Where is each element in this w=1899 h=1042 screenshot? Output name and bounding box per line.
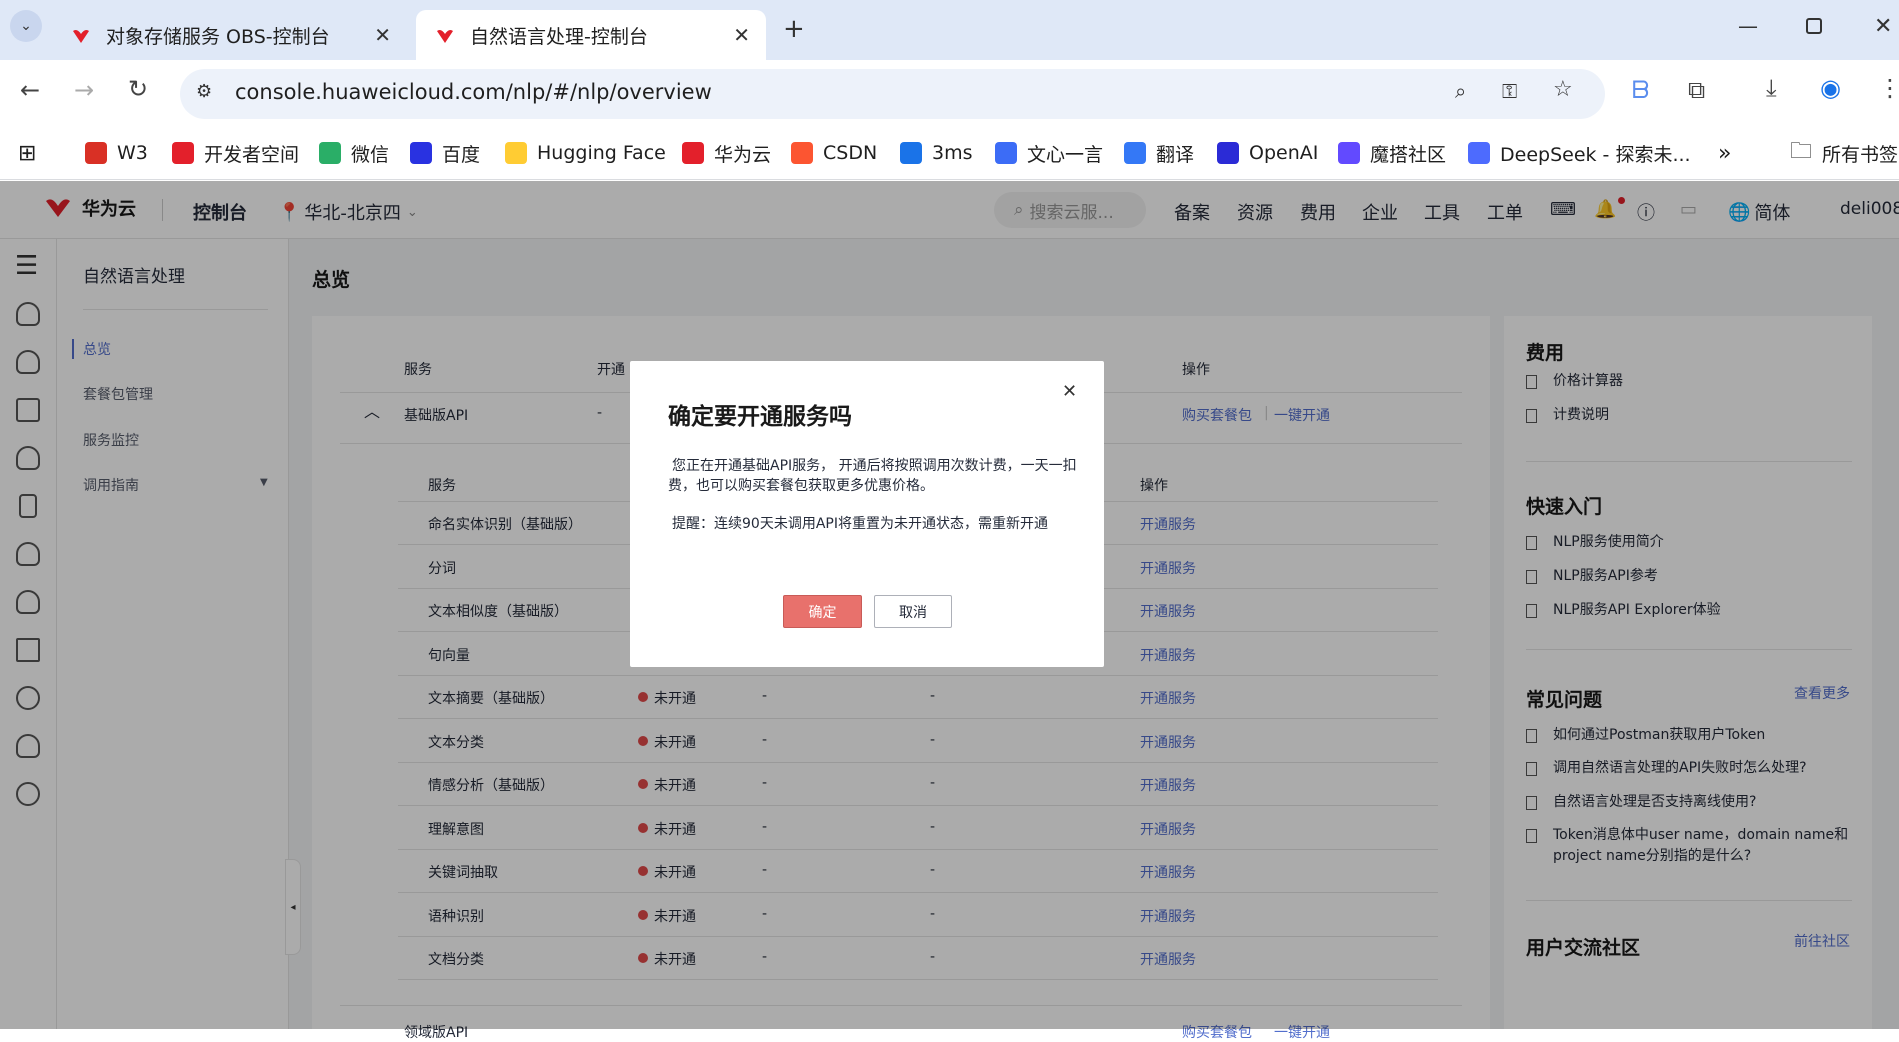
- bookmark-item[interactable]: 开发者空间: [172, 138, 299, 168]
- more-bookmarks-icon[interactable]: »: [1718, 138, 1731, 168]
- folder-icon: 🗀: [1790, 139, 1813, 164]
- close-icon[interactable]: ✕: [1062, 381, 1077, 402]
- download-icon[interactable]: ⤓: [1766, 74, 1777, 102]
- csdn-icon: [791, 142, 813, 164]
- url-text: console.huaweicloud.com/nlp/#/nlp/overvi…: [235, 80, 712, 104]
- huawei-icon: [434, 24, 456, 46]
- deepseek-icon: [1468, 142, 1490, 164]
- tab-title: 对象存储服务 OBS-控制台: [106, 25, 330, 48]
- url-field[interactable]: ⚙ console.huaweicloud.com/nlp/#/nlp/over…: [180, 69, 1605, 119]
- dialog-reminder: 提醒：连续90天未调用API将重置为未开通状态，需重新开通: [672, 516, 1048, 532]
- huawei-icon: [682, 142, 704, 164]
- restore-button[interactable]: [1806, 18, 1822, 34]
- huawei-icon: [172, 142, 194, 164]
- dialog-title: 确定要开通服务吗: [668, 404, 852, 430]
- apps-icon[interactable]: ⊞: [18, 138, 36, 168]
- translate-icon: [1124, 142, 1146, 164]
- bookmark-item[interactable]: 文心一言: [995, 138, 1103, 168]
- star-icon[interactable]: ☆: [1553, 77, 1573, 102]
- key-icon[interactable]: ⚿: [1502, 79, 1517, 103]
- huawei-icon: [70, 24, 92, 46]
- tab-title: 自然语言处理-控制台: [470, 25, 648, 48]
- bookmark-item[interactable]: 魔搭社区: [1338, 138, 1446, 168]
- forward-arrow-icon[interactable]: →: [74, 76, 94, 104]
- bookmark-item[interactable]: Hugging Face: [505, 138, 666, 168]
- bookmark-item[interactable]: OpenAI: [1217, 138, 1318, 168]
- dialog-body: 您正在开通基础API服务， 开通后将按照调用次数计费，一天一扣费，也可以购买套餐…: [668, 458, 1077, 494]
- modelscope-icon: [1338, 142, 1360, 164]
- extensions-icon[interactable]: ⧉: [1688, 76, 1705, 104]
- menu-icon[interactable]: ⋮: [1878, 74, 1899, 102]
- confirm-dialog: 确定要开通服务吗 ✕ 您正在开通基础API服务， 开通后将按照调用次数计费，一天…: [630, 361, 1104, 667]
- bookmark-item[interactable]: 3ms: [900, 138, 973, 168]
- close-icon[interactable]: ✕: [374, 23, 391, 47]
- tab-obs[interactable]: 对象存储服务 OBS-控制台 ✕: [52, 10, 407, 60]
- bookmark-item[interactable]: 微信: [319, 138, 389, 168]
- bookmark-item[interactable]: 翻译: [1124, 138, 1194, 168]
- profile-icon[interactable]: ◉: [1820, 74, 1841, 102]
- zoom-icon[interactable]: ⌕: [1455, 79, 1466, 103]
- bookmark-item[interactable]: 百度: [410, 138, 480, 168]
- close-window-button[interactable]: ✕: [1874, 14, 1892, 39]
- tab-nlp[interactable]: 自然语言处理-控制台 ✕: [416, 10, 766, 60]
- address-bar-row: ← → ↻ ⚙ console.huaweicloud.com/nlp/#/nl…: [0, 60, 1899, 128]
- wenxin-icon: [995, 142, 1017, 164]
- bing-icon[interactable]: ᗷ: [1632, 76, 1649, 104]
- w3-icon: [85, 142, 107, 164]
- new-tab-button[interactable]: +: [783, 14, 805, 44]
- 3ms-icon: [900, 142, 922, 164]
- cancel-button[interactable]: 取消: [874, 595, 952, 628]
- site-settings-icon[interactable]: ⚙: [196, 81, 212, 102]
- bookmark-item[interactable]: W3: [85, 138, 148, 168]
- browser-tab-bar: ⌄ 对象存储服务 OBS-控制台 ✕ 自然语言处理-控制台 ✕ + — ✕: [0, 0, 1899, 60]
- bookmark-item[interactable]: DeepSeek - 探索未...: [1468, 138, 1691, 168]
- baidu-icon: [410, 142, 432, 164]
- tab-search-button[interactable]: ⌄: [10, 10, 42, 42]
- openai-icon: [1217, 142, 1239, 164]
- wechat-icon: [319, 142, 341, 164]
- close-icon[interactable]: ✕: [733, 23, 750, 47]
- confirm-button[interactable]: 确定: [783, 595, 862, 628]
- reload-icon[interactable]: ↻: [128, 75, 148, 103]
- minimize-button[interactable]: —: [1738, 14, 1758, 38]
- bookmark-item[interactable]: 华为云: [682, 138, 771, 168]
- bookmarks-bar: ⊞ W3 开发者空间 微信 百度 Hugging Face 华为云 CSDN 3ms 文心一言翻…: [0, 128, 1899, 180]
- all-bookmarks[interactable]: 🗀 所有书签: [1790, 138, 1898, 168]
- back-arrow-icon[interactable]: ←: [20, 76, 40, 104]
- bookmark-item[interactable]: CSDN: [791, 138, 877, 168]
- huggingface-icon: [505, 142, 527, 164]
